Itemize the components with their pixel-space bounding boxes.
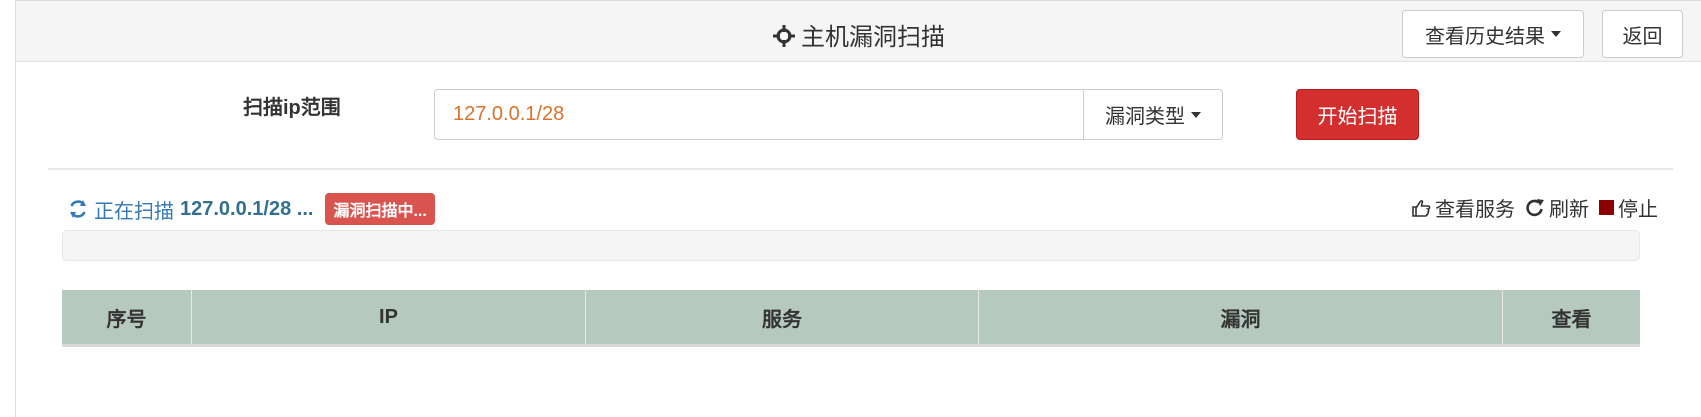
- refresh-spin-icon: [68, 199, 88, 219]
- back-button[interactable]: 返回: [1602, 10, 1683, 58]
- column-header-service: 服务: [586, 290, 979, 344]
- results-table-header: 序号 IP 服务 漏洞 查看: [62, 290, 1640, 347]
- stop-action[interactable]: 停止: [1599, 193, 1658, 222]
- column-header-index: 序号: [62, 290, 192, 344]
- column-header-view: 查看: [1551, 308, 1592, 331]
- history-results-button[interactable]: 查看历史结果: [1402, 10, 1584, 58]
- status-badge: 漏洞扫描中...: [325, 193, 435, 225]
- column-header-ip: IP: [192, 290, 586, 344]
- refresh-icon: [1525, 198, 1545, 218]
- vuln-type-label: 漏洞类型: [1105, 106, 1185, 128]
- start-scan-button[interactable]: 开始扫描: [1296, 89, 1419, 140]
- scan-range-label: 扫描ip范围: [243, 97, 341, 119]
- scan-status-target: 127.0.0.1/28 ...: [180, 197, 314, 220]
- scan-progress-bar: [62, 230, 1640, 261]
- refresh-action[interactable]: 刷新: [1525, 193, 1589, 222]
- chevron-down-icon: [1191, 111, 1201, 118]
- hand-point-icon: [1411, 199, 1431, 217]
- start-scan-label: 开始扫描: [1317, 106, 1398, 128]
- history-results-label: 查看历史结果: [1425, 25, 1545, 48]
- vuln-type-dropdown[interactable]: 漏洞类型: [1083, 89, 1223, 140]
- crosshair-icon: [773, 25, 795, 54]
- refresh-label: 刷新: [1549, 199, 1589, 221]
- stop-icon: [1599, 200, 1614, 215]
- scan-actions: 查看服务 刷新 停止: [1401, 193, 1658, 222]
- stop-label: 停止: [1618, 199, 1658, 221]
- view-services-action[interactable]: 查看服务: [1411, 193, 1515, 222]
- view-services-label: 查看服务: [1435, 199, 1515, 221]
- scan-status-prefix: 正在扫描: [94, 200, 174, 223]
- back-label: 返回: [1622, 25, 1663, 48]
- column-header-vuln: 漏洞: [979, 290, 1503, 344]
- panel-heading: 主机漏洞扫描 查看历史结果 返回: [16, 1, 1701, 62]
- main-panel: 主机漏洞扫描 查看历史结果 返回 扫描ip范围 漏洞类型 开始扫描 正在扫描 1…: [15, 0, 1701, 417]
- scan-status: 正在扫描 127.0.0.1/28 ... 漏洞扫描中...: [68, 193, 435, 225]
- scan-range-input[interactable]: [434, 89, 1084, 140]
- divider: [48, 168, 1673, 170]
- chevron-down-icon: [1551, 31, 1561, 37]
- page-title-text: 主机漏洞扫描: [801, 24, 945, 51]
